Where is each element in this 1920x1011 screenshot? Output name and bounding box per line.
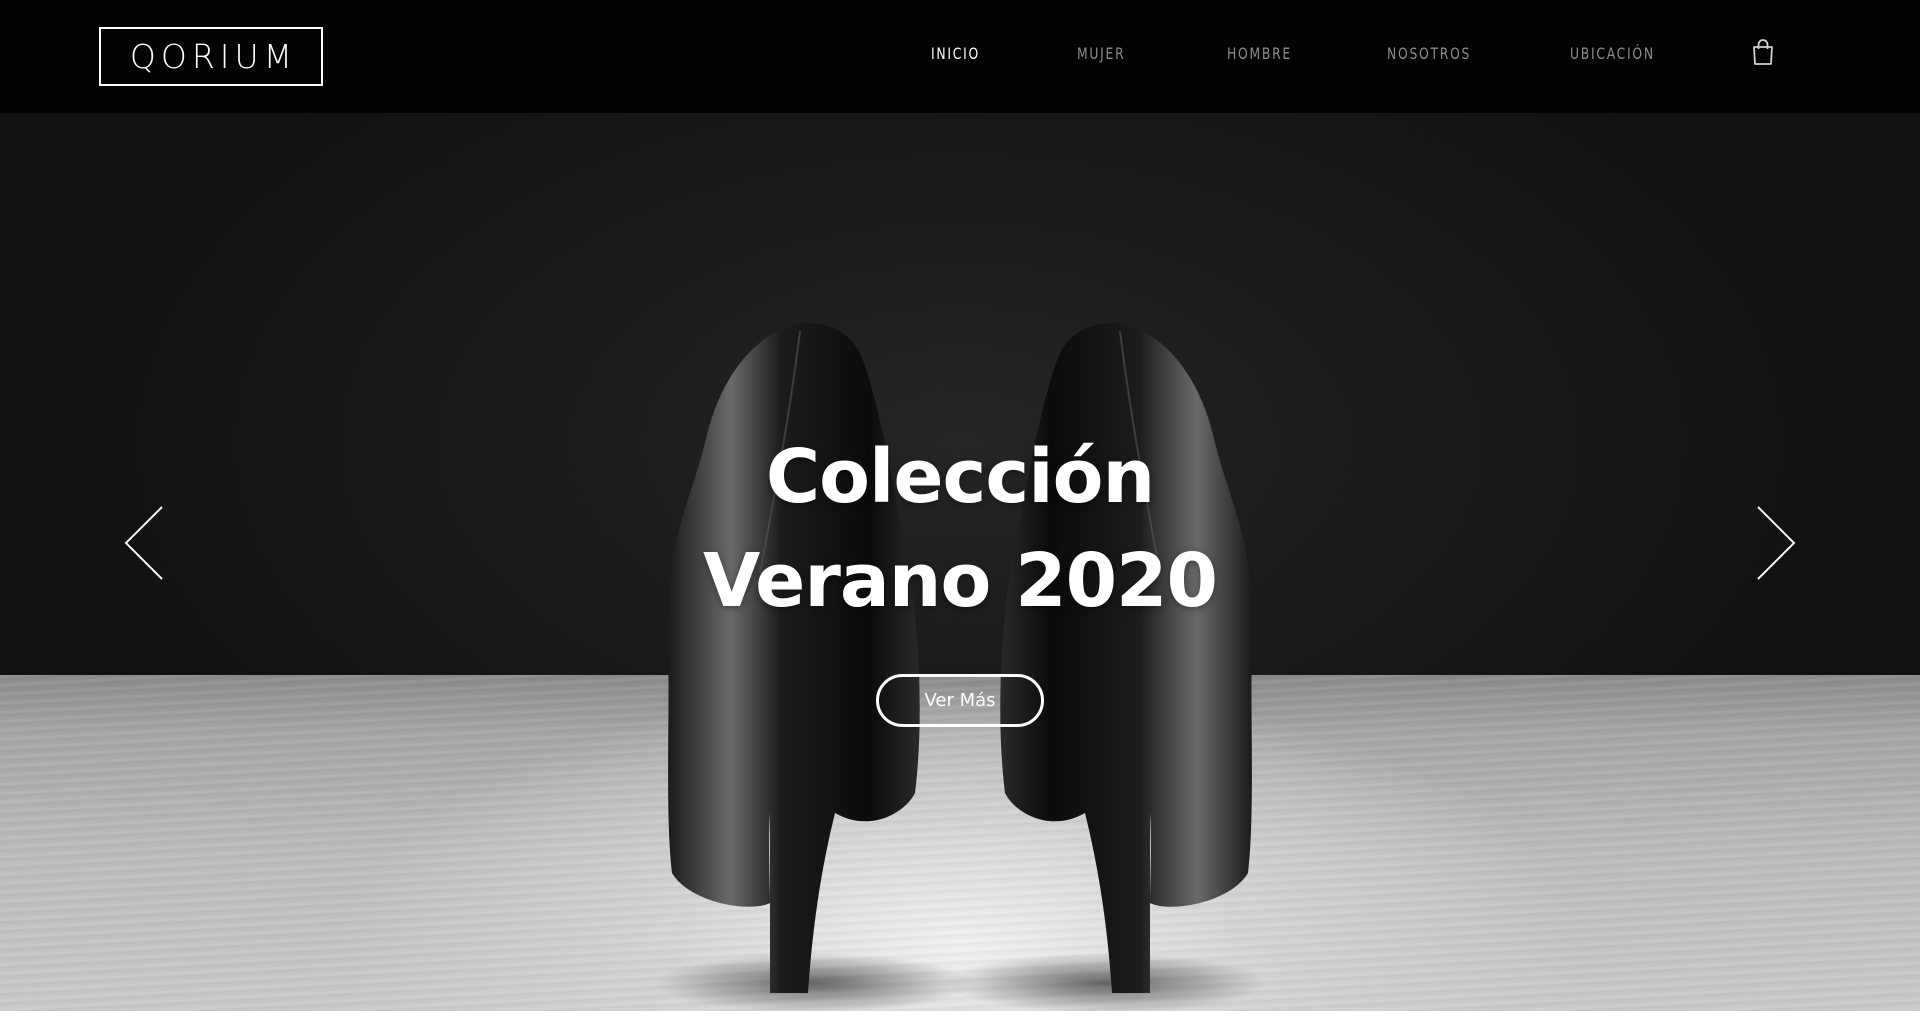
nav-item-nosotros[interactable]: NOSOTROS — [1387, 44, 1471, 63]
main-nav: INICIO MUJER HOMBRE NOSOTROS UBICACIÓN — [0, 0, 1920, 113]
nav-item-ubicacion[interactable]: UBICACIÓN — [1570, 44, 1655, 63]
nav-item-mujer[interactable]: MUJER — [1077, 44, 1125, 63]
nav-item-hombre[interactable]: HOMBRE — [1227, 44, 1292, 63]
hero-title: Colección Verano 2020 — [0, 425, 1920, 633]
hero-title-line-1: Colección — [765, 434, 1155, 520]
ver-mas-button[interactable]: Ver Más — [876, 674, 1044, 727]
hero-title-line-2: Verano 2020 — [702, 538, 1218, 624]
site-header: QORIUM INICIO MUJER HOMBRE NOSOTROS UBIC… — [0, 0, 1920, 113]
hero-slider: Colección Verano 2020 Ver Más — [0, 113, 1920, 1011]
nav-item-inicio[interactable]: INICIO — [931, 44, 980, 63]
shopping-bag-icon[interactable] — [1751, 38, 1775, 66]
